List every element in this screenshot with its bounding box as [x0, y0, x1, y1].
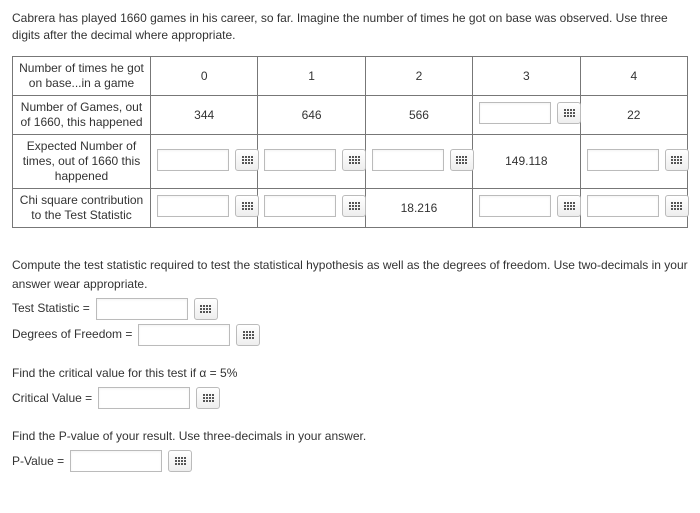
cell-input [365, 134, 472, 188]
keypad-icon[interactable] [342, 149, 366, 171]
section-test-statistic: Compute the test statistic required to t… [12, 256, 688, 346]
row-header: Chi square contribution to the Test Stat… [13, 188, 151, 227]
dof-input[interactable] [138, 324, 230, 346]
section-text: Compute the test statistic required to t… [12, 256, 688, 294]
cell-input [473, 95, 580, 134]
keypad-icon[interactable] [557, 195, 581, 217]
keypad-icon[interactable] [196, 387, 220, 409]
table-row: Expected Number of times, out of 1660 th… [13, 134, 688, 188]
row-header: Expected Number of times, out of 1660 th… [13, 134, 151, 188]
dof-label: Degrees of Freedom = [12, 325, 132, 344]
observed-input-3[interactable] [479, 102, 551, 124]
critical-value-label: Critical Value = [12, 389, 92, 408]
expected-input-0[interactable] [157, 149, 229, 171]
section-critical-value: Find the critical value for this test if… [12, 364, 688, 409]
col-header: 3 [473, 56, 580, 95]
cell-value: 646 [258, 95, 365, 134]
section-text: Find the critical value for this test if… [12, 364, 688, 383]
keypad-icon[interactable] [450, 149, 474, 171]
row-header: Number of times he got on base...in a ga… [13, 56, 151, 95]
chi-input-3[interactable] [479, 195, 551, 217]
col-header: 0 [151, 56, 258, 95]
table-row: Number of times he got on base...in a ga… [13, 56, 688, 95]
section-text: Find the P-value of your result. Use thr… [12, 427, 688, 446]
chi-input-4[interactable] [587, 195, 659, 217]
keypad-icon[interactable] [235, 149, 259, 171]
cell-input [258, 188, 365, 227]
p-value-label: P-Value = [12, 452, 64, 471]
cell-input [580, 188, 687, 227]
chi-input-1[interactable] [264, 195, 336, 217]
cell-input [258, 134, 365, 188]
expected-input-4[interactable] [587, 149, 659, 171]
cell-value: 566 [365, 95, 472, 134]
keypad-icon[interactable] [665, 149, 689, 171]
keypad-icon[interactable] [342, 195, 366, 217]
table-row: Chi square contribution to the Test Stat… [13, 188, 688, 227]
cell-value: 18.216 [365, 188, 472, 227]
expected-input-2[interactable] [372, 149, 444, 171]
keypad-icon[interactable] [235, 195, 259, 217]
data-table: Number of times he got on base...in a ga… [12, 56, 688, 228]
intro-text: Cabrera has played 1660 games in his car… [12, 10, 688, 44]
cell-value: 344 [151, 95, 258, 134]
keypad-icon[interactable] [194, 298, 218, 320]
test-statistic-input[interactable] [96, 298, 188, 320]
col-header: 2 [365, 56, 472, 95]
section-p-value: Find the P-value of your result. Use thr… [12, 427, 688, 472]
keypad-icon[interactable] [665, 195, 689, 217]
row-header: Number of Games, out of 1660, this happe… [13, 95, 151, 134]
cell-input [580, 134, 687, 188]
cell-input [473, 188, 580, 227]
cell-input [151, 134, 258, 188]
expected-input-1[interactable] [264, 149, 336, 171]
keypad-icon[interactable] [236, 324, 260, 346]
test-statistic-label: Test Statistic = [12, 299, 90, 318]
critical-value-input[interactable] [98, 387, 190, 409]
cell-value: 22 [580, 95, 687, 134]
keypad-icon[interactable] [168, 450, 192, 472]
keypad-icon[interactable] [557, 102, 581, 124]
cell-input [151, 188, 258, 227]
chi-input-0[interactable] [157, 195, 229, 217]
p-value-input[interactable] [70, 450, 162, 472]
col-header: 1 [258, 56, 365, 95]
table-row: Number of Games, out of 1660, this happe… [13, 95, 688, 134]
col-header: 4 [580, 56, 687, 95]
cell-value: 149.118 [473, 134, 580, 188]
